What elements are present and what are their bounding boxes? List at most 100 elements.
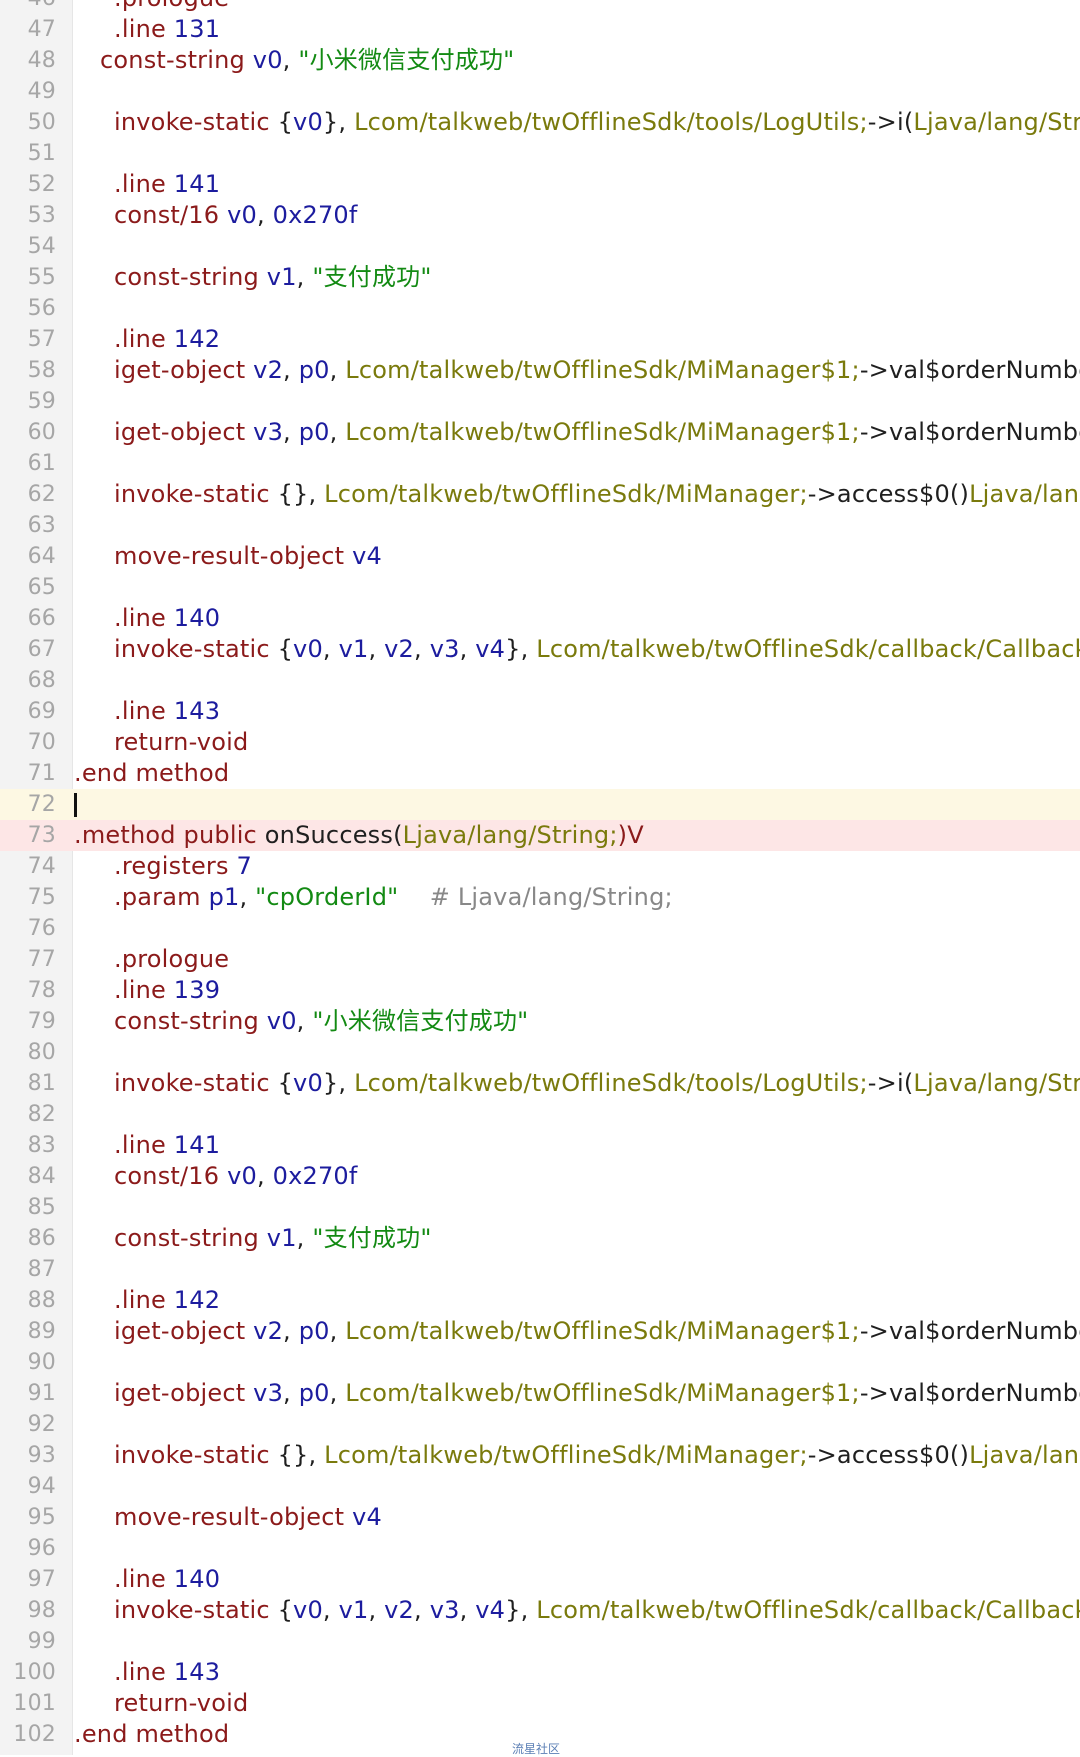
line-number: 101 xyxy=(13,1691,56,1716)
code-token: v4 xyxy=(352,1503,382,1531)
code-line[interactable]: 93 invoke-static {}, Lcom/talkweb/twOffli… xyxy=(0,1440,1080,1471)
code-token: p0 xyxy=(298,1379,330,1407)
code-line[interactable]: 96 xyxy=(0,1533,1080,1564)
line-number: 57 xyxy=(27,327,56,352)
code-line[interactable]: 100 .line 143 xyxy=(0,1657,1080,1688)
code-token: v0 xyxy=(293,1069,323,1097)
code-token: }, xyxy=(505,635,537,663)
code-line[interactable]: 97 .line 140 xyxy=(0,1564,1080,1595)
code-token: .line xyxy=(114,325,174,353)
code-line[interactable]: 67 invoke-static {v0, v1, v2, v3, v4}, Lc… xyxy=(0,634,1080,665)
code-token: .prologue xyxy=(114,0,229,12)
code-token: const-string xyxy=(100,46,253,74)
code-line[interactable]: 65 xyxy=(0,572,1080,603)
code-line[interactable]: 57 .line 142 xyxy=(0,324,1080,355)
line-code: .line 141 xyxy=(74,1130,1080,1161)
code-line[interactable]: 95 move-result-object v4 xyxy=(0,1502,1080,1533)
code-token: invoke-static xyxy=(114,1596,278,1624)
code-line[interactable]: 88 .line 142 xyxy=(0,1285,1080,1316)
code-line[interactable]: 83 .line 141 xyxy=(0,1130,1080,1161)
code-token: , xyxy=(329,1317,346,1345)
highlighted-line[interactable]: 73 .method public onSuccess(Ljava/lang/St… xyxy=(0,820,1080,851)
code-token: v0 xyxy=(227,201,257,229)
code-line[interactable]: 87 xyxy=(0,1254,1080,1285)
code-token: const/16 xyxy=(114,201,228,229)
code-line[interactable]: 89 iget-object v2, p0, Lcom/talkweb/twOff… xyxy=(0,1316,1080,1347)
current-line[interactable]: 72 xyxy=(0,789,1080,820)
code-line[interactable]: 79 const-string v0, "小米微信支付成功" xyxy=(0,1006,1080,1037)
code-line[interactable]: 91 iget-object v3, p0, Lcom/talkweb/twOff… xyxy=(0,1378,1080,1409)
code-line[interactable]: 49 xyxy=(0,76,1080,107)
code-line[interactable]: 62 invoke-static {}, Lcom/talkweb/twOffli… xyxy=(0,479,1080,510)
code-line[interactable]: 55 const-string v1, "支付成功" xyxy=(0,262,1080,293)
code-line[interactable]: 98 invoke-static {v0, v1, v2, v3, v4}, Lc… xyxy=(0,1595,1080,1626)
code-token: v1 xyxy=(338,1596,369,1624)
code-token: iget-object xyxy=(114,1379,254,1407)
line-number: 77 xyxy=(27,947,56,972)
line-number: 65 xyxy=(27,575,56,600)
code-token: ->i( xyxy=(867,108,914,136)
code-token: .line xyxy=(114,976,174,1004)
line-code: .prologue xyxy=(74,944,1080,975)
code-line[interactable]: 54 xyxy=(0,231,1080,262)
code-line[interactable]: 50 invoke-static {v0}, Lcom/talkweb/twOff… xyxy=(0,107,1080,138)
code-line[interactable]: 46 .prologue xyxy=(0,0,1080,14)
code-line[interactable]: 52 .line 141 xyxy=(0,169,1080,200)
code-token: ->val$orderNumber xyxy=(859,418,1080,446)
code-token: v0 xyxy=(293,635,323,663)
code-line[interactable]: 47 .line 131 xyxy=(0,14,1080,45)
code-line[interactable]: 92 xyxy=(0,1409,1080,1440)
line-number: 89 xyxy=(27,1319,56,1344)
line-number: 58 xyxy=(27,358,56,383)
code-line[interactable]: 68 xyxy=(0,665,1080,696)
code-token: v4 xyxy=(352,542,382,570)
line-code: return-void xyxy=(74,1688,1080,1719)
code-line[interactable]: 64 move-result-object v4 xyxy=(0,541,1080,572)
code-token: ->val$orderNumber xyxy=(859,356,1080,384)
code-line[interactable]: 77 .prologue xyxy=(0,944,1080,975)
code-line[interactable]: 70 return-void xyxy=(0,727,1080,758)
code-line[interactable]: 99 xyxy=(0,1626,1080,1657)
code-line[interactable]: 80 xyxy=(0,1037,1080,1068)
line-code: invoke-static {v0}, Lcom/talkweb/twOffli… xyxy=(74,107,1080,138)
line-number: 69 xyxy=(27,699,56,724)
code-line[interactable]: 74 .registers 7 xyxy=(0,851,1080,882)
code-token: invoke-static xyxy=(114,108,278,136)
code-line[interactable]: 78 .line 139 xyxy=(0,975,1080,1006)
code-token: invoke-static xyxy=(114,480,278,508)
code-line[interactable]: 61 xyxy=(0,448,1080,479)
code-line[interactable]: 85 xyxy=(0,1192,1080,1223)
code-line[interactable]: 71 .end method xyxy=(0,758,1080,789)
code-token: v1 xyxy=(266,263,297,291)
code-line[interactable]: 63 xyxy=(0,510,1080,541)
code-token: 141 xyxy=(173,170,221,198)
code-token: p1 xyxy=(208,883,240,911)
code-line[interactable]: 76 xyxy=(0,913,1080,944)
line-number: 47 xyxy=(27,17,56,42)
code-line[interactable]: 75 .param p1, "cpOrderId" # Ljava/lang/St… xyxy=(0,882,1080,913)
code-line[interactable]: 58 iget-object v2, p0, Lcom/talkweb/twOff… xyxy=(0,355,1080,386)
code-line[interactable]: 84 const/16 v0, 0x270f xyxy=(0,1161,1080,1192)
code-line[interactable]: 90 xyxy=(0,1347,1080,1378)
code-line[interactable]: 66 .line 140 xyxy=(0,603,1080,634)
code-line[interactable]: 53 const/16 v0, 0x270f xyxy=(0,200,1080,231)
line-code: .line 143 xyxy=(74,696,1080,727)
code-token: v3 xyxy=(429,635,460,663)
code-token: "小米微信支付成功" xyxy=(312,1007,529,1035)
code-line[interactable]: 60 iget-object v3, p0, Lcom/talkweb/twOff… xyxy=(0,417,1080,448)
code-line[interactable]: 82 xyxy=(0,1099,1080,1130)
code-editor[interactable]: 46 .prologue 47 .line 131 48 const-string v0,… xyxy=(0,0,1080,1755)
code-line[interactable]: 56 xyxy=(0,293,1080,324)
code-line[interactable]: 94 xyxy=(0,1471,1080,1502)
code-line[interactable]: 48 const-string v0, "小米微信支付成功" xyxy=(0,45,1080,76)
line-code: .line 139 xyxy=(74,975,1080,1006)
code-token: Ljava/lang/String; xyxy=(913,108,1080,136)
code-line[interactable]: 101 return-void xyxy=(0,1688,1080,1719)
code-line[interactable]: 86 const-string v1, "支付成功" xyxy=(0,1223,1080,1254)
code-line[interactable]: 59 xyxy=(0,386,1080,417)
line-number: 59 xyxy=(27,389,56,414)
line-code: invoke-static {v0, v1, v2, v3, v4}, Lcom… xyxy=(74,634,1080,665)
code-line[interactable]: 69 .line 143 xyxy=(0,696,1080,727)
code-line[interactable]: 51 xyxy=(0,138,1080,169)
code-line[interactable]: 81 invoke-static {v0}, Lcom/talkweb/twOff… xyxy=(0,1068,1080,1099)
